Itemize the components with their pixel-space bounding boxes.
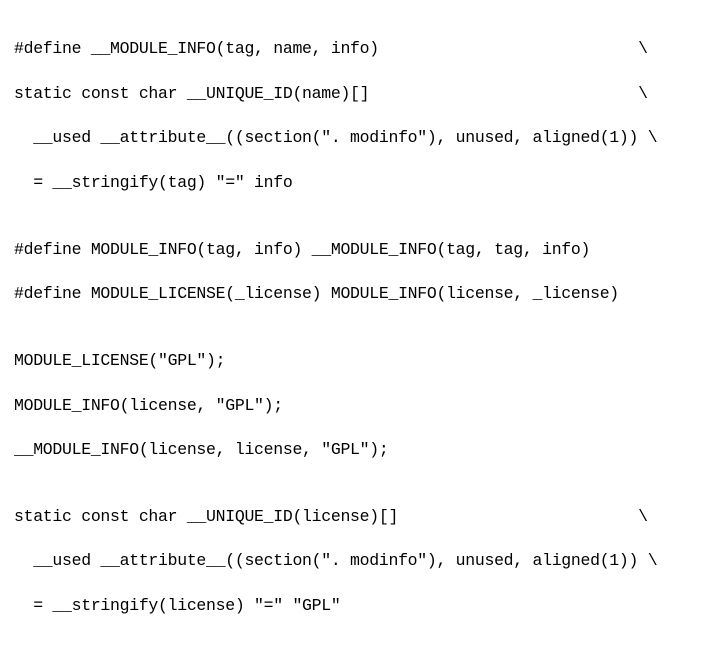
code-line: __MODULE_INFO(license, license, "GPL"); <box>14 439 706 461</box>
code-line: MODULE_INFO(license, "GPL"); <box>14 395 706 417</box>
code-line: #define MODULE_INFO(tag, info) __MODULE_… <box>14 239 706 261</box>
code-line: #define __MODULE_INFO(tag, name, info) \ <box>14 38 706 60</box>
code-line: __used __attribute__((section(". modinfo… <box>14 550 706 572</box>
code-line: #define MODULE_LICENSE(_license) MODULE_… <box>14 283 706 305</box>
code-line: = __stringify(license) "=" "GPL" <box>14 595 706 617</box>
code-line: = __stringify(tag) "=" info <box>14 172 706 194</box>
code-line: __used __attribute__((section(". modinfo… <box>14 127 706 149</box>
code-block: #define __MODULE_INFO(tag, name, info) \… <box>0 0 720 655</box>
code-line: MODULE_LICENSE("GPL"); <box>14 350 706 372</box>
code-line: static const char __UNIQUE_ID(license)[]… <box>14 506 706 528</box>
code-line: static const char __UNIQUE_ID(name)[] \ <box>14 83 706 105</box>
